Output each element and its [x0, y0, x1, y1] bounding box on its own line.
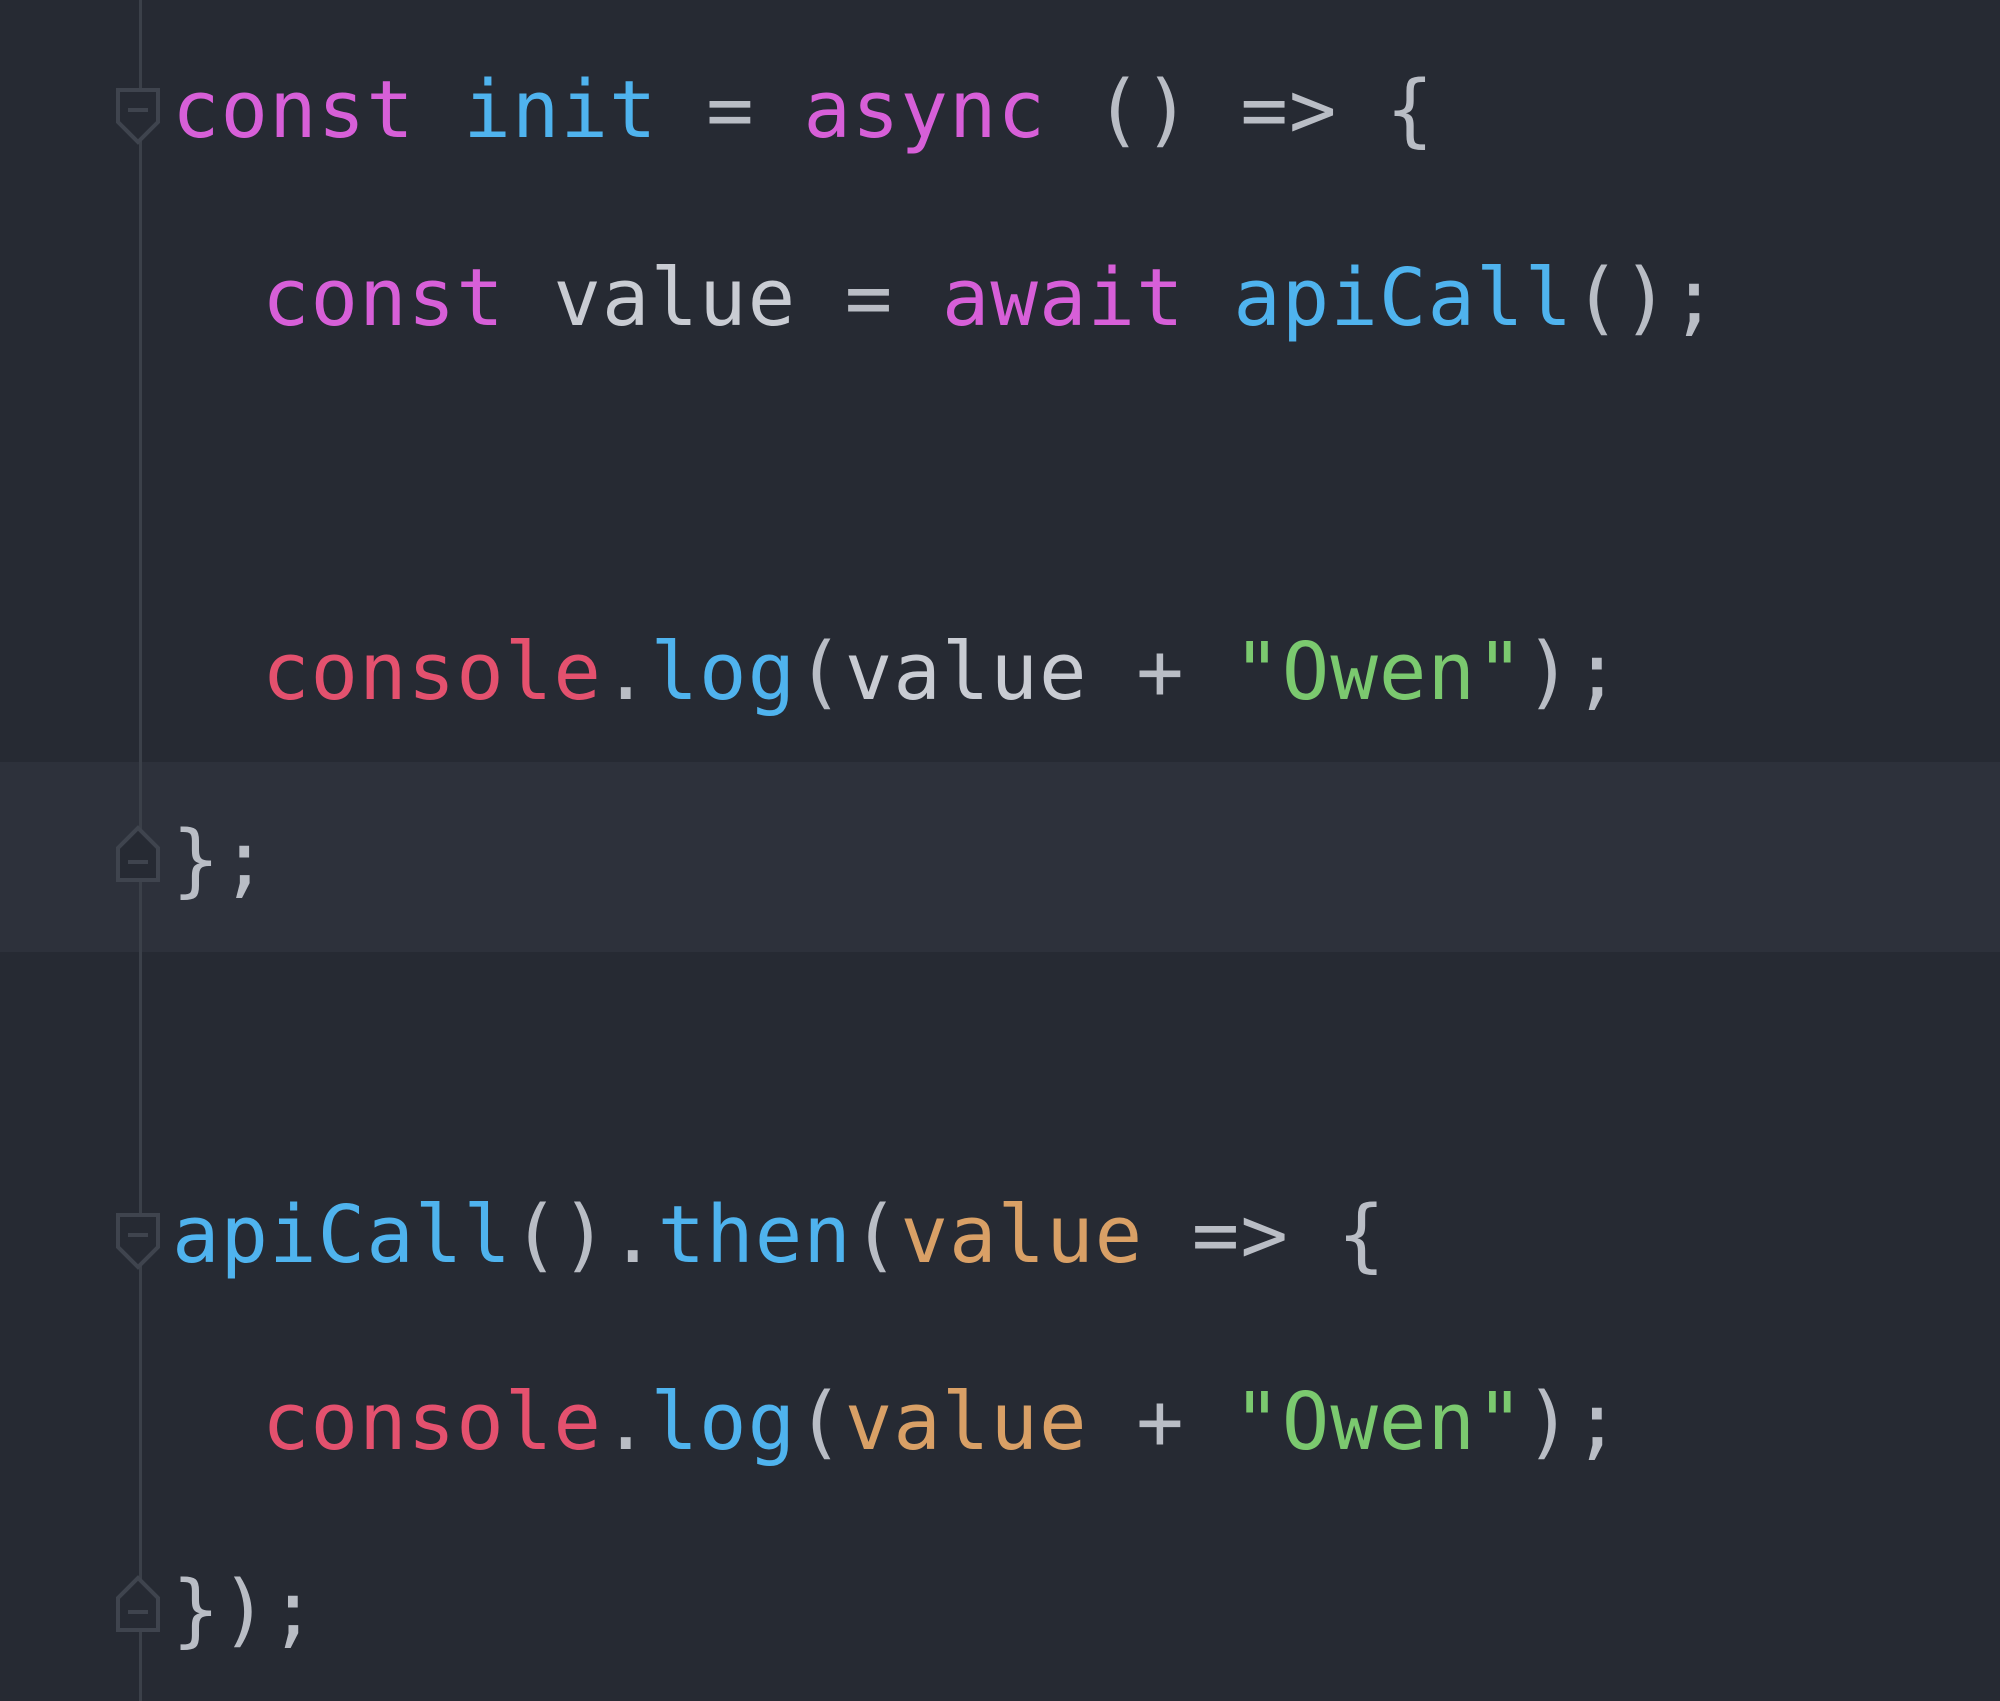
code-token-punctuation: });	[172, 1564, 318, 1656]
code-token-identifier: value	[553, 252, 797, 344]
code-token-punctuation: ().	[511, 1189, 658, 1281]
code-token-punctuation: (	[796, 1376, 845, 1468]
code-token-punctuation: );	[1524, 1376, 1622, 1468]
code-text: const value = await apiCall();	[262, 248, 1719, 348]
code-token-function: log	[650, 626, 797, 718]
code-token-punctuation	[415, 64, 464, 156]
code-line[interactable]: });	[0, 1560, 2000, 1660]
code-token-keyword: const	[172, 64, 415, 156]
code-token-punctuation	[1185, 252, 1234, 344]
code-line[interactable]: const init = async () => {	[0, 60, 2000, 160]
code-token-punctuation: +	[1087, 1376, 1234, 1468]
fold-close-icon[interactable]	[114, 1574, 164, 1634]
code-token-punctuation: (	[796, 626, 845, 718]
code-token-punctuation: .	[601, 1376, 651, 1468]
code-editor[interactable]: const init = async () => { const value =…	[0, 0, 2000, 1701]
code-text: console.log(value + "Owen");	[262, 1372, 1622, 1472]
code-token-punctuation: (	[851, 1189, 901, 1281]
code-token-keyword: async	[803, 64, 1047, 156]
code-token-punctuation: =	[796, 252, 942, 344]
code-token-punctuation: .	[601, 626, 651, 718]
fold-open-icon[interactable]	[114, 86, 164, 146]
code-token-parameter: value	[844, 1376, 1088, 1468]
code-token-function: log	[650, 1376, 797, 1468]
code-line[interactable]: console.log(value + "Owen");	[0, 622, 2000, 722]
code-line[interactable]: const value = await apiCall();	[0, 248, 2000, 348]
code-token-function: apiCall	[1233, 252, 1574, 344]
code-line[interactable]: console.log(value + "Owen");	[0, 1372, 2000, 1472]
fold-open-icon[interactable]	[114, 1211, 164, 1271]
code-token-string: "Owen"	[1233, 1376, 1525, 1468]
code-token-punctuation: () => {	[1046, 64, 1435, 156]
code-text: console.log(value + "Owen");	[262, 622, 1622, 722]
code-token-function: apiCall	[172, 1189, 512, 1281]
code-token-keyword: await	[941, 252, 1185, 344]
code-token-punctuation	[505, 252, 554, 344]
code-token-punctuation: );	[1524, 626, 1622, 718]
code-token-builtin: console	[262, 1376, 602, 1468]
code-token-keyword: const	[262, 252, 505, 344]
code-token-punctuation: => {	[1143, 1189, 1387, 1281]
code-token-function: then	[657, 1189, 852, 1281]
code-text: const init = async () => {	[172, 60, 1435, 160]
code-token-builtin: console	[262, 626, 602, 718]
code-text: };	[172, 810, 269, 910]
code-token-identifier: value	[844, 626, 1088, 718]
code-text: apiCall().then(value => {	[172, 1185, 1386, 1285]
code-text: });	[172, 1560, 318, 1660]
code-line[interactable]: apiCall().then(value => {	[0, 1185, 2000, 1285]
code-token-punctuation: };	[172, 814, 270, 906]
code-token-parameter: value	[900, 1189, 1144, 1281]
code-line[interactable]: };	[0, 810, 2000, 910]
fold-close-icon[interactable]	[114, 824, 164, 884]
code-token-punctuation: +	[1087, 626, 1234, 718]
code-token-function: init	[463, 64, 658, 156]
code-token-string: "Owen"	[1233, 626, 1525, 718]
code-token-punctuation: =	[657, 64, 804, 156]
code-token-punctuation: ();	[1573, 252, 1719, 344]
